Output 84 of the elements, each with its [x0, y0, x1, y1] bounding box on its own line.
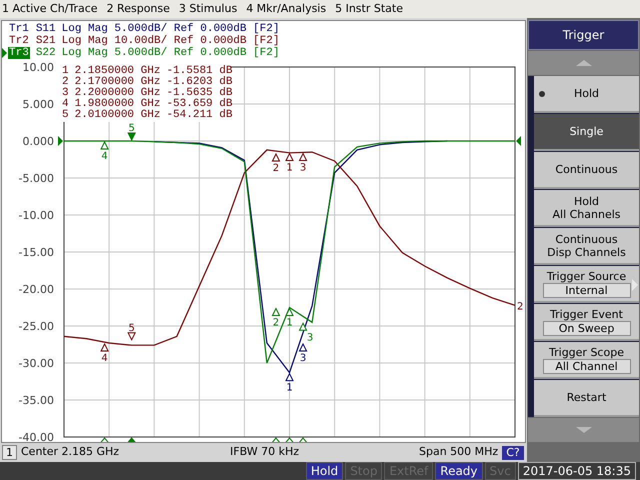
softkey-menu-title: Trigger — [528, 20, 639, 50]
trace-number: 2 — [517, 301, 524, 312]
channel-number: 1 — [2, 445, 17, 460]
marker-number: 4 — [101, 353, 108, 364]
marker-number: 5 — [62, 110, 69, 121]
menu-item[interactable]: 3 Stimulus — [178, 0, 238, 18]
up-arrow-icon — [576, 60, 592, 66]
marker-value: -1.5581 dB — [166, 66, 232, 77]
trace-parameter: S11 — [36, 23, 56, 35]
trace-settings: Log Mag 5.000dB/ Ref 0.000dB [F2] — [62, 23, 280, 35]
scroll-down-button[interactable] — [528, 418, 639, 442]
marker-number: 3 — [300, 353, 306, 364]
softkey-button[interactable]: Hold — [534, 76, 639, 113]
marker-number: 5 — [128, 123, 135, 134]
center-frequency: Center 2.185 GHz — [21, 444, 120, 460]
marker-number: 3 — [62, 88, 69, 99]
date-time: 2017-06-05 18:35 — [518, 462, 636, 480]
trace-label[interactable]: Tr3 — [8, 47, 30, 59]
trace-parameter: S22 — [36, 47, 56, 59]
softkey-value-field: Internal — [542, 282, 630, 298]
down-arrow-icon — [576, 427, 592, 433]
y-axis-label: -40.00 — [18, 431, 54, 442]
trace-parameter: S21 — [36, 35, 56, 47]
span-setting: Span 500 MHz — [419, 444, 498, 460]
y-axis-label: 5.000 — [22, 98, 54, 111]
ifbw-setting: IFBW 70 kHz — [230, 444, 300, 460]
trace-settings: Log Mag 5.000dB/ Ref 0.000dB [F2] — [62, 47, 280, 59]
marker-frequency: 1.9800000 GHz — [74, 99, 160, 110]
softkey-label: Trigger Scope — [549, 346, 624, 358]
marker-number: 1 — [62, 66, 69, 77]
y-axis-label: -15.00 — [18, 246, 54, 259]
marker-number: 2 — [272, 318, 280, 328]
marker-number: 2 — [272, 163, 280, 174]
marker-number: 2 — [62, 77, 69, 88]
marker-frequency: 2.0100000 GHz — [74, 110, 160, 121]
marker-number: 3 — [300, 162, 306, 174]
marker-value: -54.211 dB — [166, 110, 232, 121]
marker-number: 4 — [101, 151, 108, 162]
y-axis-label: -25.00 — [18, 320, 54, 333]
menu-item[interactable]: 5 Instr State — [335, 0, 403, 18]
reference-level-icon — [58, 136, 63, 146]
y-axis-label: -5.000 — [18, 172, 54, 185]
marker-value: -1.6203 dB — [166, 77, 232, 88]
status-flag: Hold — [306, 462, 344, 480]
y-axis-label: -30.00 — [18, 357, 54, 370]
marker-number: 4 — [62, 99, 69, 110]
marker-value: -1.5635 dB — [166, 88, 232, 99]
trace-label[interactable]: Tr2 — [8, 35, 30, 47]
softkey-label: Trigger Source — [546, 270, 626, 282]
menu-item[interactable]: 1 Active Ch/Trace — [2, 0, 98, 18]
softkey-button[interactable]: Hold All Channels — [534, 190, 639, 227]
trace-label[interactable]: Tr1 — [8, 23, 30, 35]
reference-level-icon — [516, 136, 521, 146]
active-trace-pointer-icon — [2, 48, 7, 58]
trace-settings: Log Mag 10.00dB/ Ref 0.000dB [F2] — [62, 35, 280, 47]
softkey-button[interactable]: Trigger Source Internal — [534, 266, 639, 303]
marker-frequency: 2.1700000 GHz — [74, 77, 160, 88]
y-axis-label: 10.00 — [22, 61, 54, 74]
softkey-button[interactable]: Continuous Disp Channels — [534, 228, 639, 265]
softkey-button[interactable]: Single — [534, 114, 639, 151]
softkey-label: Trigger Event — [550, 308, 623, 320]
calibration-status: C? — [502, 446, 524, 460]
y-axis-label: -20.00 — [18, 283, 54, 296]
softkey-button[interactable]: Trigger Event On Sweep — [534, 304, 639, 341]
marker-number: 1 — [286, 382, 293, 394]
menu-item[interactable]: 2 Response — [106, 0, 170, 18]
scroll-up-button[interactable] — [528, 51, 639, 75]
marker-number: 3 — [306, 332, 314, 344]
marker-number: 5 — [128, 322, 135, 334]
menu-item[interactable]: 4 Mkr/Analysis — [246, 0, 326, 18]
y-axis-label: -10.00 — [18, 209, 54, 222]
softkey-button[interactable]: Continuous — [534, 152, 639, 189]
softkey-button[interactable]: Restart — [534, 380, 639, 417]
marker-number: 1 — [286, 318, 293, 328]
marker-frequency: 2.1850000 GHz — [74, 66, 160, 77]
softkey-button[interactable]: Trigger Scope All Channel — [534, 342, 639, 379]
softkey-value-field: On Sweep — [542, 320, 630, 336]
marker-number: 1 — [286, 162, 293, 174]
y-axis-label: -35.00 — [18, 394, 54, 407]
softkey-value-field: All Channel — [542, 358, 630, 374]
marker-value: -53.659 dB — [166, 99, 232, 110]
status-flag: Ready — [435, 462, 483, 480]
marker-frequency: 2.2000000 GHz — [74, 88, 160, 99]
y-axis-label: 0.000 — [22, 135, 54, 148]
